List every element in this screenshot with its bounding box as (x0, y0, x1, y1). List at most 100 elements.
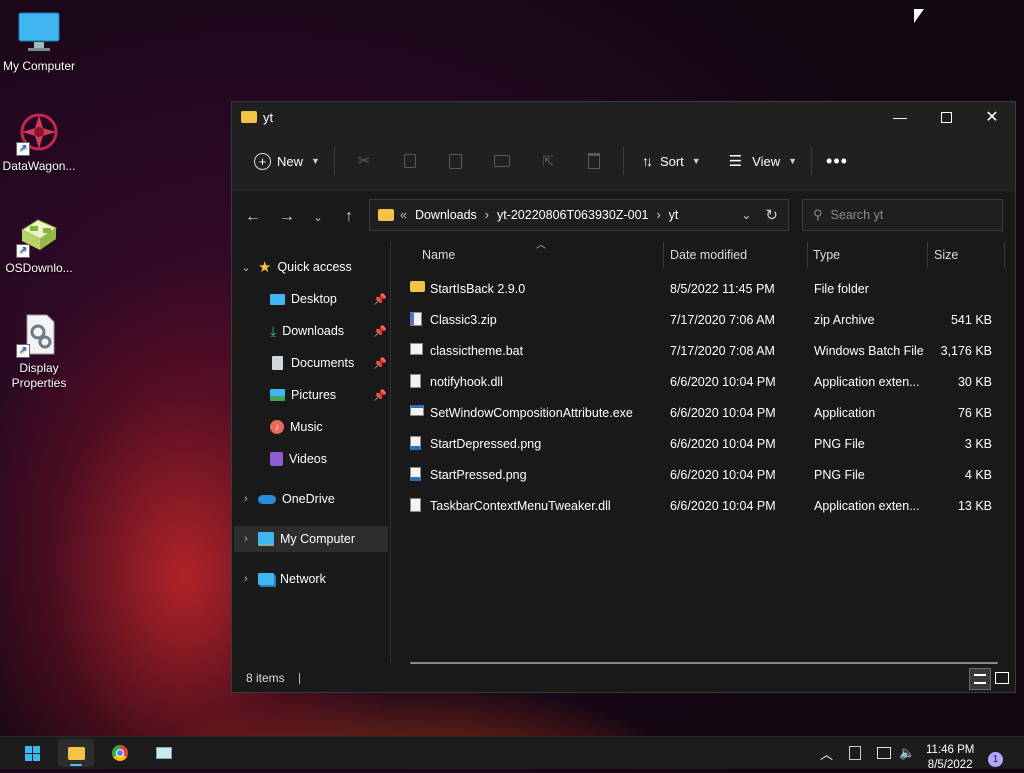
taskbar-file-explorer[interactable] (58, 739, 94, 767)
forward-button[interactable]: → (270, 201, 304, 233)
column-divider[interactable] (927, 242, 928, 268)
details-view-button[interactable] (969, 668, 991, 690)
nav-item-desktop[interactable]: Desktop 📌 (270, 286, 390, 312)
tiles-view-button[interactable] (992, 668, 1012, 688)
pin-icon[interactable]: 📌 (373, 357, 387, 370)
copy-button[interactable] (395, 144, 425, 178)
desktop-icon-display-properties[interactable]: ↗ Display Properties (0, 312, 78, 391)
file-explorer-window: yt — ✕ + New ▼ ✂ ⇱ ↑↓ Sort ▼ ☰ View ▼ ••… (231, 101, 1016, 693)
file-date: 7/17/2020 7:08 AM (670, 343, 775, 358)
pin-icon[interactable]: 📌 (373, 389, 387, 402)
rename-button[interactable] (487, 144, 517, 178)
new-button[interactable]: + New ▼ (246, 144, 328, 178)
column-header-date[interactable]: Date modified (670, 242, 747, 268)
nav-item-pictures[interactable]: Pictures 📌 (270, 382, 390, 408)
share-button[interactable]: ⇱ (533, 144, 563, 178)
window-title: yt (263, 109, 274, 125)
file-name: Classic3.zip (430, 312, 497, 327)
nav-item-downloads[interactable]: ⤓ Downloads 📌 (270, 318, 390, 344)
divider (622, 147, 624, 175)
file-row[interactable]: SetWindowCompositionAttribute.exe 6/6/202… (404, 397, 1004, 428)
file-list: ︿ Name Date modified Type Size StartIsBa… (392, 240, 1015, 664)
nav-quick-access[interactable]: ⌄ ★ Quick access (240, 254, 390, 280)
column-divider[interactable] (663, 242, 664, 268)
chevron-right-icon[interactable]: › (240, 533, 252, 545)
paste-button[interactable] (441, 144, 471, 178)
nav-label: My Computer (280, 532, 356, 546)
nav-item-music[interactable]: ♪ Music (270, 414, 390, 440)
volume-icon[interactable]: 🔈 (899, 745, 915, 761)
file-row[interactable]: classictheme.bat 7/17/2020 7:08 AM Windows… (404, 335, 1004, 366)
file-row[interactable]: notifyhook.dll 6/6/2020 10:04 PM Applicati… (404, 366, 1004, 397)
nav-onedrive[interactable]: › OneDrive (240, 486, 390, 512)
delete-button[interactable] (579, 144, 609, 178)
notification-badge[interactable]: 1 (988, 752, 1003, 767)
recent-locations-button[interactable]: ⌄ (304, 201, 332, 233)
clock[interactable]: 11:46 PM 8/5/2022 (926, 743, 974, 773)
network-icon (258, 573, 274, 585)
desktop-icon-my-computer[interactable]: My Computer (0, 10, 78, 74)
title-bar[interactable]: yt — ✕ (232, 102, 1015, 132)
file-row[interactable]: StartDepressed.png 6/6/2020 10:04 PM PNG F… (404, 428, 1004, 459)
column-divider[interactable] (1004, 242, 1005, 268)
search-input[interactable]: ⚲ Search yt (802, 199, 1003, 231)
cut-button[interactable]: ✂ (349, 144, 379, 178)
png-icon (410, 436, 424, 451)
file-type: PNG File (814, 467, 865, 482)
chevron-right-icon[interactable]: › (240, 493, 252, 505)
breadcrumb-yt[interactable]: yt (669, 208, 679, 222)
nav-my-computer[interactable]: › My Computer (234, 526, 388, 552)
sort-button[interactable]: ↑↓ Sort ▼ (634, 144, 709, 178)
desktop-icon-osdownloader[interactable]: ↗ OSDownlo... (0, 212, 78, 276)
desktop-icon-label: Display Properties (11, 361, 67, 390)
nav-network[interactable]: › Network (240, 566, 390, 592)
network-status-icon[interactable] (877, 747, 892, 759)
view-button[interactable]: ☰ View ▼ (721, 144, 805, 178)
start-button[interactable] (14, 739, 50, 767)
file-type: Application exten... (814, 498, 920, 513)
desktop-icon-datawagon[interactable]: ↗ DataWagon... (0, 110, 78, 174)
nav-label: Videos (289, 452, 327, 466)
minimize-button[interactable]: — (877, 102, 923, 132)
file-row[interactable]: TaskbarContextMenuTweaker.dll 6/6/2020 10… (404, 490, 1004, 521)
nav-item-documents[interactable]: Documents 📌 (270, 350, 390, 376)
close-button[interactable]: ✕ (969, 102, 1015, 132)
column-header-name[interactable]: Name (422, 242, 455, 268)
column-divider[interactable] (807, 242, 808, 268)
refresh-button[interactable]: ↻ (765, 206, 778, 224)
pin-icon[interactable]: 📌 (373, 293, 387, 306)
show-hidden-icons-button[interactable]: ︿ (820, 744, 833, 763)
pin-icon[interactable]: 📌 (373, 325, 387, 338)
arrow-up-icon: ↑ (345, 208, 353, 225)
address-history-button[interactable]: ⌄ (741, 208, 751, 222)
clock-date: 8/5/2022 (927, 759, 973, 771)
file-row[interactable]: StartIsBack 2.9.0 8/5/2022 11:45 PM File f… (404, 273, 1004, 304)
chevron-down-icon[interactable]: ⌄ (240, 261, 252, 274)
back-button[interactable]: ← (236, 201, 270, 233)
sort-label: Sort (659, 153, 684, 169)
tray-app-icon[interactable] (849, 746, 862, 760)
file-row[interactable]: Classic3.zip 7/17/2020 7:06 AM zip Archive… (404, 304, 1004, 335)
chevron-right-icon[interactable]: › (240, 573, 252, 585)
address-bar[interactable]: « Downloads › yt-20220806T063930Z-001 › … (369, 199, 789, 231)
tiles-view-icon (995, 672, 1009, 684)
column-header-size[interactable]: Size (934, 242, 958, 268)
chevron-right-icon[interactable]: › (485, 208, 489, 222)
up-button[interactable]: ↑ (332, 201, 366, 233)
pictures-icon (270, 389, 285, 401)
taskbar-chrome[interactable] (102, 739, 138, 767)
taskbar-performance-monitor[interactable] (146, 739, 182, 767)
status-divider (298, 672, 300, 684)
file-row[interactable]: StartPressed.png 6/6/2020 10:04 PM PNG Fil… (404, 459, 1004, 490)
maximize-button[interactable] (923, 102, 969, 132)
breadcrumb-yt-folder[interactable]: yt-20220806T063930Z-001 (497, 208, 649, 222)
file-date: 6/6/2020 10:04 PM (670, 436, 776, 451)
overflow-crumb[interactable]: « (400, 208, 407, 222)
chevron-right-icon[interactable]: › (656, 208, 660, 222)
nav-item-videos[interactable]: Videos (270, 446, 390, 472)
breadcrumb-downloads[interactable]: Downloads (415, 208, 477, 222)
more-options-button[interactable]: ••• (818, 144, 856, 178)
file-date: 6/6/2020 10:04 PM (670, 374, 776, 389)
column-header-type[interactable]: Type (813, 242, 840, 268)
osdownloader-icon: ↗ (16, 212, 62, 258)
